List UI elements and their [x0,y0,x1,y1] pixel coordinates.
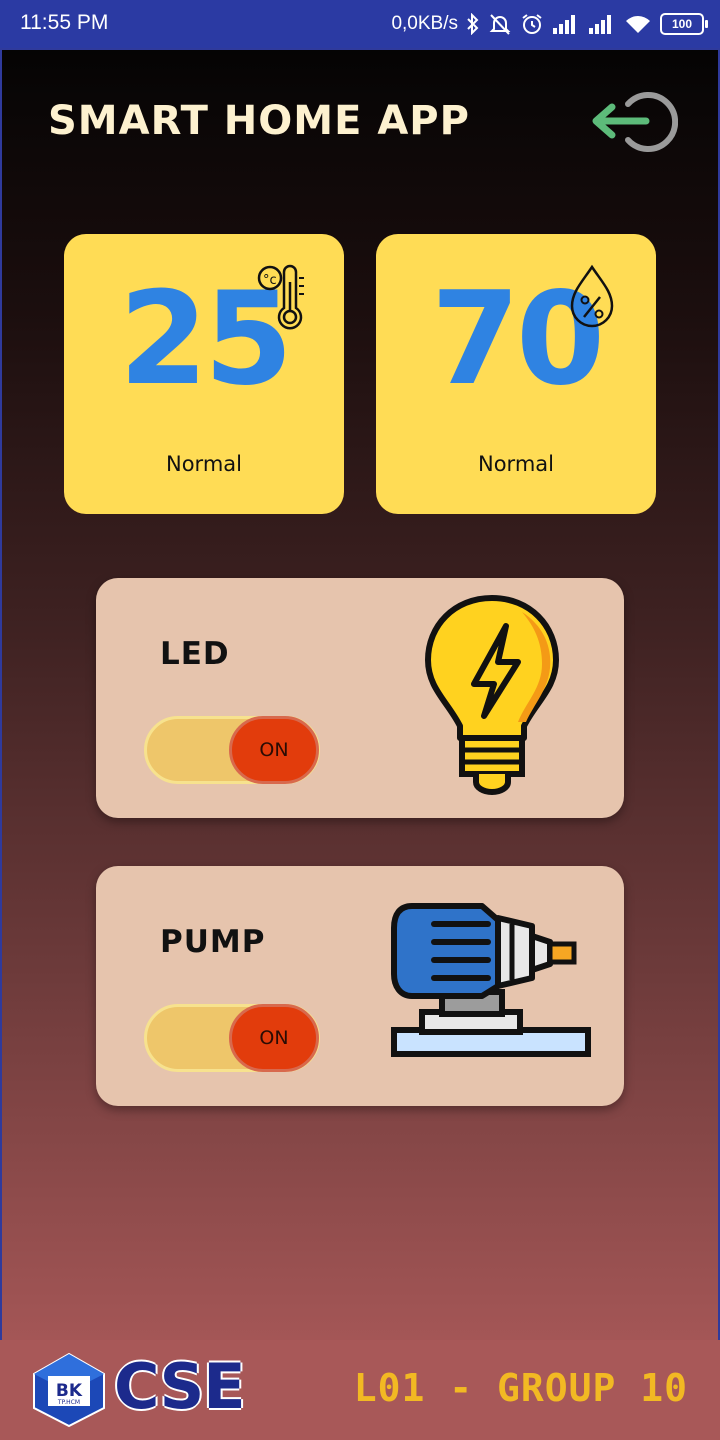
network-speed: 0,0KB/s [391,13,458,34]
logout-icon[interactable] [588,88,678,156]
led-toggle[interactable]: ON [144,716,320,784]
humidity-status: Normal [478,452,554,476]
wifi-icon [626,16,650,33]
led-toggle-knob[interactable]: ON [229,716,319,784]
pump-label: PUMP [160,924,266,960]
status-time: 11:55 PM [20,11,109,34]
temperature-status: Normal [166,452,242,476]
battery-icon: 100 [660,13,708,35]
pump-toggle-knob[interactable]: ON [229,1004,319,1072]
humidity-card: 70 Normal [376,234,656,514]
pump-motor-icon [391,903,591,1057]
footer-bar: BK TP.HCM CSE L01 - GROUP 10 [0,1340,720,1440]
page-title: SMART HOME APP [48,98,470,144]
bk-university-logo: BK TP.HCM [33,1352,105,1428]
thermometer-celsius-icon: °c [257,264,304,330]
signal-icon [553,15,575,34]
group-label: L01 - GROUP 10 [353,1366,688,1410]
bk-logo-text: BK [56,1381,83,1401]
cse-brand: CSE [114,1350,246,1423]
light-bulb-icon [425,595,559,795]
mute-icon [489,14,511,35]
bluetooth-icon [467,13,479,35]
alarm-icon [522,14,542,34]
led-label: LED [160,636,230,672]
temperature-card: 25 °c Normal [64,234,344,514]
status-icons: 0,0KB/s 100 [391,9,708,39]
svg-text:°c: °c [263,273,277,288]
led-card: LED ON [96,578,624,818]
pump-card: PUMP ON [96,866,624,1106]
humidity-drop-percent-icon [570,264,614,328]
pump-toggle[interactable]: ON [144,1004,320,1072]
signal-icon [589,15,611,34]
bk-logo-subtext: TP.HCM [57,1399,80,1406]
status-bar: 11:55 PM 0,0KB/s 100 [0,0,720,48]
